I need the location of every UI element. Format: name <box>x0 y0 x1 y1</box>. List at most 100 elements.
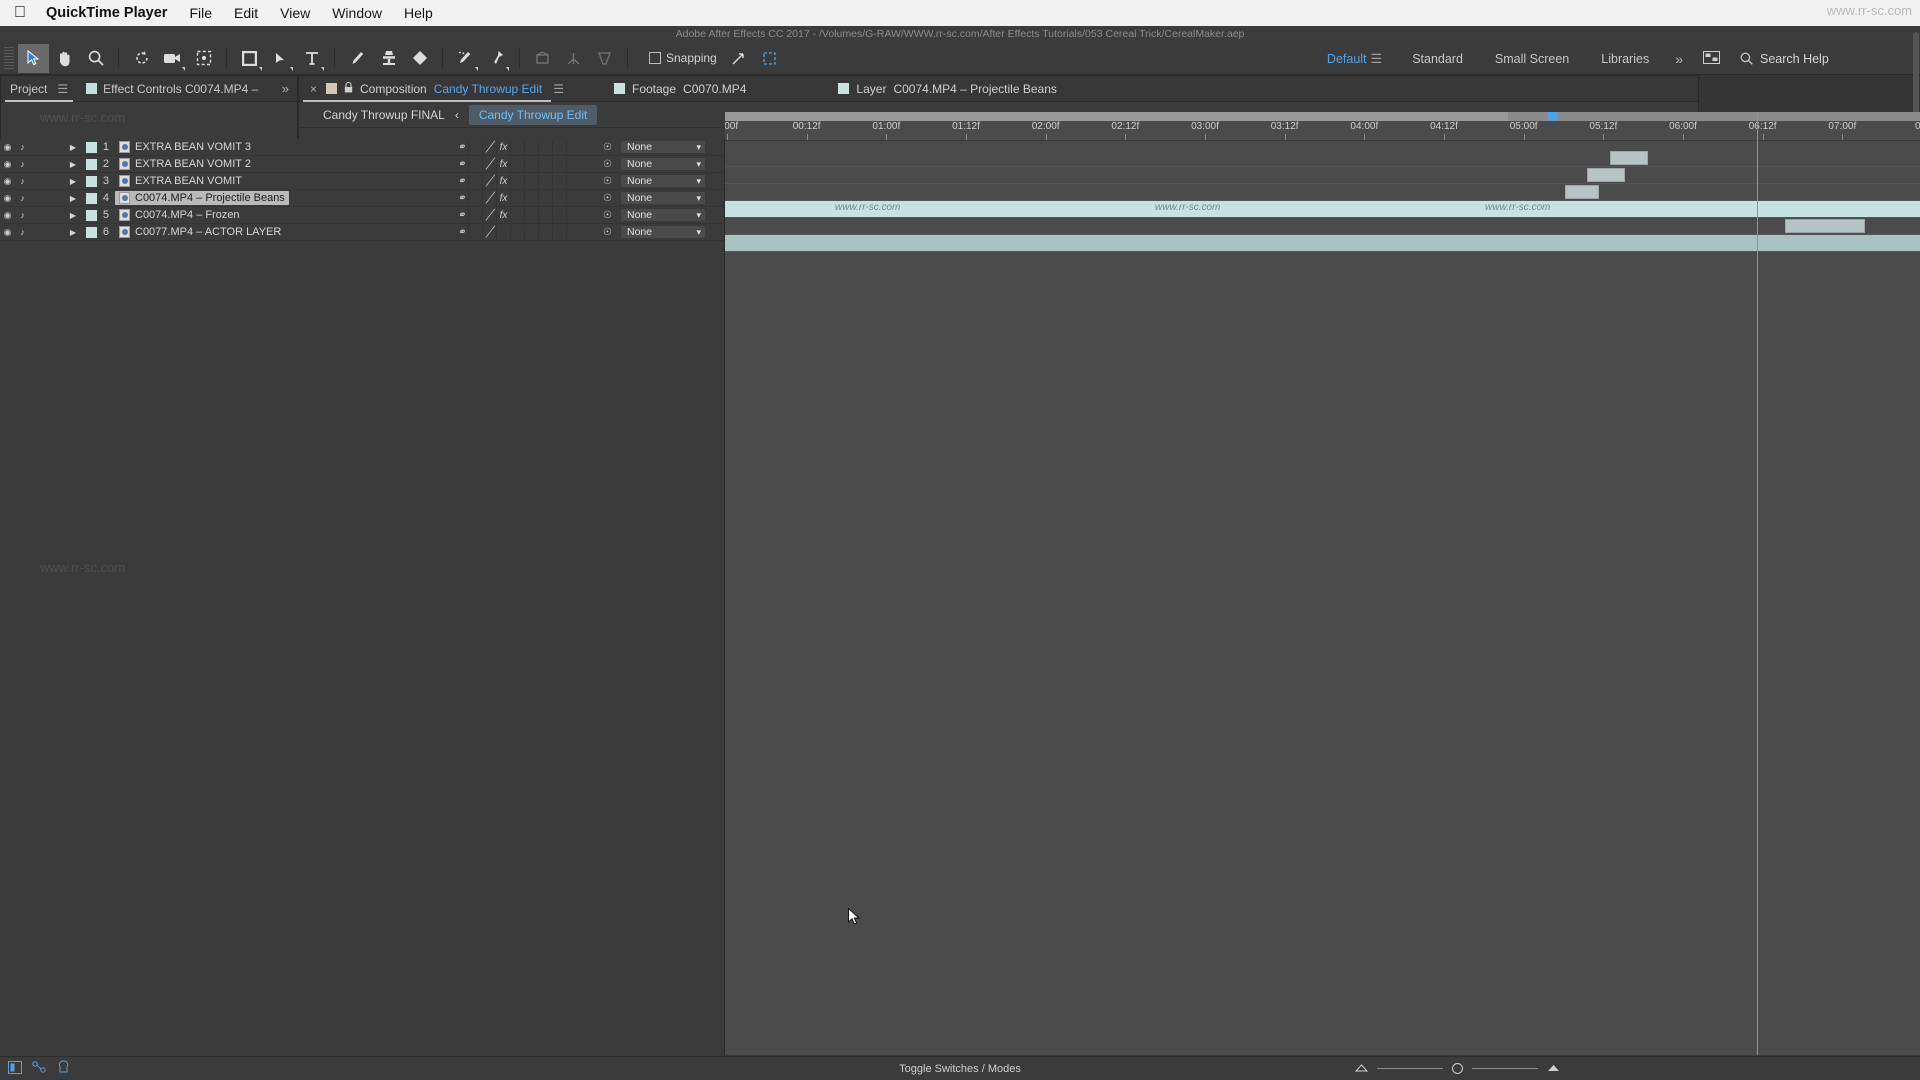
layer-audio-toggle[interactable]: ♪ <box>15 227 30 237</box>
os-menu-view[interactable]: View <box>280 5 310 21</box>
workspace-standard[interactable]: Standard <box>1396 52 1479 66</box>
layer-audio-toggle[interactable]: ♪ <box>15 176 30 186</box>
layer-label-color[interactable] <box>86 158 97 170</box>
quality-switch[interactable]: ╱ <box>483 173 497 189</box>
zoom-slider-track-right[interactable] <box>1472 1068 1538 1069</box>
shy-switch[interactable]: ⚭ <box>455 224 469 240</box>
parent-pickwhip-icon[interactable]: ☉ <box>603 159 612 170</box>
quality-switch[interactable]: ╱ <box>483 207 497 223</box>
zoom-out-triangle-icon[interactable] <box>1354 1063 1369 1075</box>
frame-blend-switch[interactable] <box>511 173 525 189</box>
shy-switch[interactable]: ⚭ <box>455 173 469 189</box>
effects-switch[interactable]: fx <box>497 156 511 172</box>
layer-video-toggle[interactable]: ◉ <box>0 227 15 238</box>
composition-flowchart-icon[interactable] <box>22 1060 47 1077</box>
rotation-tool[interactable] <box>126 44 157 73</box>
parent-pickwhip-icon[interactable]: ☉ <box>603 176 612 187</box>
breadcrumb-root[interactable]: Candy Throwup FINAL <box>323 108 445 122</box>
shy-switch[interactable]: ⚭ <box>455 139 469 155</box>
workspace-small-screen[interactable]: Small Screen <box>1479 52 1585 66</box>
layer-expand-arrow[interactable]: ▶ <box>60 160 86 169</box>
camera-tool[interactable] <box>157 44 188 73</box>
motion-blur-switch[interactable] <box>525 139 539 155</box>
layer-parent-select[interactable]: None ▾ <box>620 225 706 239</box>
layer-label-color[interactable] <box>86 175 97 187</box>
hand-tool[interactable] <box>49 44 80 73</box>
frame-blend-switch[interactable] <box>511 156 525 172</box>
adjustment-switch[interactable] <box>539 190 553 206</box>
workspace-libraries[interactable]: Libraries <box>1585 52 1665 66</box>
local-axis-mode-icon[interactable] <box>527 44 558 73</box>
layer-expand-arrow[interactable]: ▶ <box>60 177 86 186</box>
layer-duration-bar[interactable] <box>1565 185 1599 199</box>
layer-label-color[interactable] <box>86 192 97 204</box>
timeline-layer-row[interactable]: ◉ ♪ ▶ 1 EXTRA BEAN VOMIT 3 ⚭ ╱ fx ☉ None ▾ <box>0 139 724 156</box>
world-axis-mode-icon[interactable] <box>558 44 589 73</box>
workspace-settings-icon[interactable] <box>1693 50 1730 67</box>
collapse-switch[interactable] <box>469 173 483 189</box>
snap-align-icon[interactable] <box>723 44 754 73</box>
adjustment-switch[interactable] <box>539 207 553 223</box>
parent-pickwhip-icon[interactable]: ☉ <box>603 210 612 221</box>
tab-footage-c0070[interactable]: Footage C0070.MP4 <box>603 76 757 102</box>
timeline-layer-row[interactable]: ◉ ♪ ▶ 2 EXTRA BEAN VOMIT 2 ⚭ ╱ fx ☉ None ▾ <box>0 156 724 173</box>
timeline-bar-row[interactable] <box>725 184 1920 201</box>
layer-duration-bar[interactable] <box>725 235 1920 251</box>
work-area-bar[interactable] <box>725 112 1920 121</box>
effects-switch[interactable]: fx <box>497 190 511 206</box>
tab-project[interactable]: Project ☰ <box>1 76 77 102</box>
shy-switch[interactable]: ⚭ <box>455 156 469 172</box>
layer-parent-select[interactable]: None ▾ <box>620 191 706 205</box>
layer-video-toggle[interactable]: ◉ <box>0 159 15 170</box>
layer-video-toggle[interactable]: ◉ <box>0 210 15 221</box>
motion-blur-switch[interactable] <box>525 224 539 240</box>
three-d-switch[interactable] <box>553 207 567 223</box>
toggle-switches-modes-icon[interactable] <box>0 1060 22 1077</box>
adjustment-switch[interactable] <box>539 224 553 240</box>
workspace-default[interactable]: Default <box>1311 52 1371 66</box>
layer-name-cell[interactable]: EXTRA BEAN VOMIT <box>115 174 246 188</box>
layer-label-color[interactable] <box>86 209 97 221</box>
zoom-in-triangle-icon[interactable] <box>1547 1063 1560 1075</box>
os-menu-edit[interactable]: Edit <box>234 5 258 21</box>
toggle-switches-modes-label[interactable]: Toggle Switches / Modes <box>899 1063 1021 1075</box>
timeline-bar-row[interactable] <box>725 150 1920 167</box>
shape-tool[interactable] <box>234 44 265 73</box>
layer-parent-select[interactable]: None ▾ <box>620 174 706 188</box>
frame-blend-switch[interactable] <box>511 224 525 240</box>
parent-pickwhip-icon[interactable]: ☉ <box>603 142 612 153</box>
motion-blur-switch[interactable] <box>525 156 539 172</box>
effects-switch[interactable]: fx <box>497 173 511 189</box>
collapse-switch[interactable] <box>469 224 483 240</box>
quality-switch[interactable]: ╱ <box>483 224 497 240</box>
os-menu-help[interactable]: Help <box>404 5 433 21</box>
timeline-zoom-control[interactable] <box>1354 1063 1560 1075</box>
quality-switch[interactable]: ╱ <box>483 190 497 206</box>
snap-target-icon[interactable] <box>754 44 785 73</box>
panel-menu-icon[interactable]: ☰ <box>553 82 564 96</box>
timeline-bar-row[interactable] <box>725 235 1920 252</box>
type-tool[interactable] <box>296 44 327 73</box>
layer-duration-bar[interactable] <box>1610 151 1648 165</box>
three-d-switch[interactable] <box>553 156 567 172</box>
three-d-switch[interactable] <box>553 173 567 189</box>
selection-tool[interactable] <box>18 43 49 73</box>
layer-audio-toggle[interactable]: ♪ <box>15 193 30 203</box>
os-app-name[interactable]: QuickTime Player <box>46 5 167 21</box>
shy-switch[interactable]: ⚭ <box>455 190 469 206</box>
snapping-checkbox-box[interactable] <box>649 52 661 64</box>
layer-audio-toggle[interactable]: ♪ <box>15 210 30 220</box>
frame-blend-switch[interactable] <box>511 139 525 155</box>
quality-switch[interactable]: ╱ <box>483 139 497 155</box>
layer-name-cell[interactable]: EXTRA BEAN VOMIT 2 <box>115 157 255 171</box>
collapse-switch[interactable] <box>469 139 483 155</box>
roto-brush-tool[interactable] <box>450 44 481 73</box>
collapse-switch[interactable] <box>469 156 483 172</box>
chevron-double-right-icon[interactable]: » <box>282 81 297 96</box>
eraser-tool[interactable] <box>404 44 435 73</box>
puppet-pin-tool[interactable] <box>481 44 512 73</box>
parent-pickwhip-icon[interactable]: ☉ <box>603 193 612 204</box>
layer-duration-bar[interactable] <box>1587 168 1625 182</box>
timeline-bar-row[interactable]: www.rr-sc.com www.rr-sc.com www.rr-sc.com <box>725 201 1920 218</box>
close-icon[interactable]: × <box>310 82 317 96</box>
